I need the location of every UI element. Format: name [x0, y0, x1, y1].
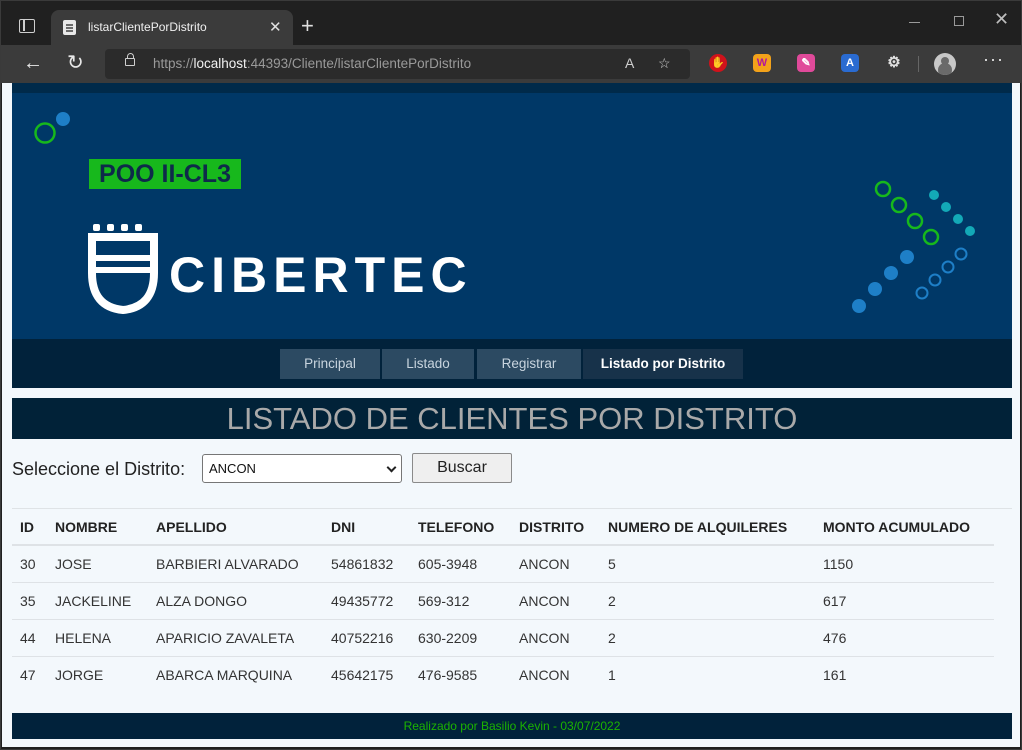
- url-host: localhost: [193, 56, 247, 71]
- cell-distrito: ANCON: [519, 666, 570, 683]
- browser-tab[interactable]: listarClientePorDistrito ✕: [51, 10, 293, 45]
- nav-item-listado-por-distrito[interactable]: Listado por Distrito: [583, 349, 743, 379]
- cell-monto: 1150: [815, 545, 994, 583]
- cell-nombre: JOSE: [47, 545, 148, 583]
- cell-telefono: 476-9585: [418, 666, 478, 683]
- cell-monto: 476: [815, 619, 994, 657]
- cell-alquileres: 2: [600, 619, 815, 657]
- col-header-id: ID: [12, 509, 47, 546]
- tab-favicon-icon: [63, 20, 76, 35]
- cell-dni: 49435772: [323, 582, 410, 620]
- main-nav: Principal Listado Registrar Listado por …: [12, 339, 1012, 388]
- browser-toolbar: ← ↻ https://localhost:44393/Cliente/list…: [1, 45, 1021, 83]
- cell-apellido: ABARCA MARQUINA: [156, 666, 293, 683]
- course-badge: POO II-CL3: [89, 159, 241, 189]
- cell-nombre: HELENA: [47, 619, 148, 657]
- clients-table: ID NOMBRE APELLIDO DNI TELEFONO DISTRITO…: [12, 509, 994, 693]
- decor-circle: [34, 122, 56, 144]
- cell-telefono: 605-3948: [410, 545, 511, 583]
- table-row: 35 JACKELINE ALZA DONGO 49435772 569-312…: [12, 582, 994, 620]
- window-controls: ✕: [881, 9, 1021, 35]
- plus-icon[interactable]: +: [301, 15, 314, 37]
- reload-icon[interactable]: ↻: [67, 51, 84, 75]
- profile-icon[interactable]: [934, 53, 956, 75]
- cell-alquileres: 2: [600, 582, 815, 620]
- cell-dni: 40752216: [323, 619, 410, 657]
- cell-alquileres: 5: [600, 545, 815, 583]
- col-header-telefono: TELEFONO: [410, 509, 511, 546]
- address-bar[interactable]: https://localhost:44393/Cliente/listarCl…: [105, 49, 690, 79]
- district-selected-value: ANCON: [209, 461, 256, 476]
- table-header-row: ID NOMBRE APELLIDO DNI TELEFONO DISTRITO…: [12, 509, 994, 546]
- url-scheme: https://: [153, 56, 194, 71]
- lock-icon[interactable]: [125, 53, 135, 66]
- cell-monto: 617: [815, 582, 994, 620]
- read-aloud-icon[interactable]: A: [625, 55, 634, 71]
- nav-item-principal[interactable]: Principal: [280, 349, 380, 379]
- cell-id: 30: [12, 545, 47, 583]
- page-title: LISTADO DE CLIENTES POR DISTRITO: [12, 398, 1012, 439]
- cell-id: 35: [12, 582, 47, 620]
- cell-distrito: ANCON: [511, 582, 600, 620]
- extension-icon[interactable]: ⚙: [885, 54, 903, 72]
- maximize-icon[interactable]: [954, 16, 964, 26]
- chevron-down-icon: [386, 462, 397, 473]
- cell-id: 47: [20, 666, 36, 683]
- decor-circle: [56, 112, 70, 126]
- minimize-icon[interactable]: [909, 22, 920, 23]
- col-header-apellido: APELLIDO: [148, 509, 323, 546]
- browser-window: listarClientePorDistrito ✕ + ✕ ← ↻ https…: [0, 0, 1022, 750]
- more-icon[interactable]: ···: [983, 49, 1004, 70]
- table-row: 44 HELENA APARICIO ZAVALETA 40752216 630…: [12, 619, 994, 657]
- window-icon[interactable]: [19, 19, 35, 33]
- url-text: https://localhost:44393/Cliente/listarCl…: [153, 56, 471, 71]
- w-extension-icon[interactable]: W: [753, 54, 771, 72]
- nav-item-registrar[interactable]: Registrar: [477, 349, 581, 379]
- color-extension-icon[interactable]: ✎: [797, 54, 815, 72]
- url-path: :44393/Cliente/listarClientePorDistrito: [246, 56, 472, 71]
- cell-dni: 45642175: [331, 666, 394, 683]
- adblock-extension-icon[interactable]: ✋: [709, 54, 727, 72]
- close-icon[interactable]: ✕: [269, 18, 282, 36]
- cell-nombre: JORGE: [55, 666, 104, 683]
- back-icon[interactable]: ←: [23, 51, 43, 75]
- cell-distrito: ANCON: [511, 619, 600, 657]
- toolbar-divider: [918, 56, 919, 72]
- title-bar: listarClientePorDistrito ✕ + ✕: [1, 1, 1021, 45]
- favorite-icon[interactable]: ☆: [658, 55, 671, 72]
- table-row: 30 JOSE BARBIERI ALVARADO 54861832 605-3…: [12, 545, 994, 583]
- district-select[interactable]: ANCON: [202, 454, 402, 483]
- cell-apellido: APARICIO ZAVALETA: [148, 619, 323, 657]
- col-header-nombre: NOMBRE: [47, 509, 148, 546]
- col-header-distrito: DISTRITO: [511, 509, 600, 546]
- cell-monto: 161: [823, 666, 847, 683]
- nav-item-listado[interactable]: Listado: [382, 349, 474, 379]
- district-label: Seleccione el Distrito:: [12, 459, 186, 479]
- close-window-icon[interactable]: ✕: [994, 9, 1009, 30]
- cell-telefono: 569-312: [410, 582, 511, 620]
- cell-id: 44: [12, 619, 47, 657]
- cell-telefono: 630-2209: [410, 619, 511, 657]
- cibertec-shield-icon: [88, 224, 158, 315]
- search-button[interactable]: Buscar: [412, 453, 512, 483]
- page-footer: Realizado por Basilio Kevin - 03/07/2022: [12, 713, 1012, 739]
- cell-nombre: JACKELINE: [47, 582, 148, 620]
- table-row: 47 JORGE ABARCA MARQUINA 45642175 476-95…: [12, 656, 994, 693]
- cell-dni: 54861832: [323, 545, 410, 583]
- brand-name: CIBERTEC: [169, 247, 473, 303]
- translate-extension-icon[interactable]: A: [841, 54, 859, 72]
- decor-dots: [852, 180, 975, 313]
- col-header-monto: MONTO ACUMULADO: [815, 509, 994, 546]
- cell-distrito: ANCON: [511, 545, 600, 583]
- cell-apellido: BARBIERI ALVARADO: [148, 545, 323, 583]
- page-viewport: POO II-CL3 CIBERTEC Principal Listado Re…: [2, 83, 1020, 747]
- col-header-alquileres: NUMERO DE ALQUILERES: [600, 509, 815, 546]
- tab-title: listarClientePorDistrito: [88, 20, 207, 34]
- col-header-dni: DNI: [323, 509, 410, 546]
- cell-apellido: ALZA DONGO: [148, 582, 323, 620]
- cell-alquileres: 1: [608, 666, 616, 683]
